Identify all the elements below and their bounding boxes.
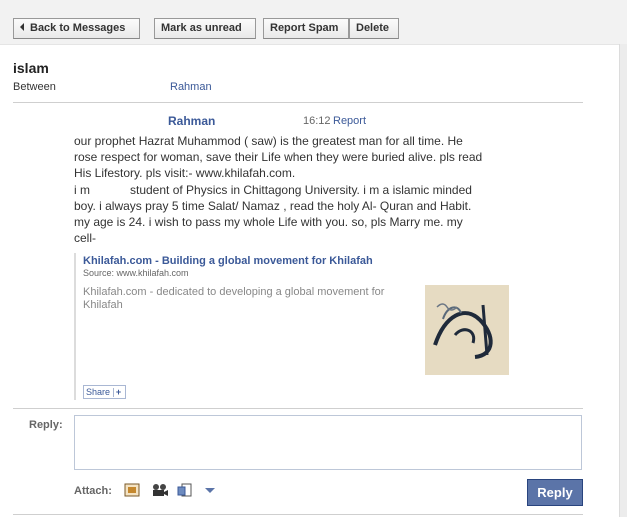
attach-label: Attach: [74, 485, 112, 497]
attachment-source: Source: www.khilafah.com [83, 268, 189, 278]
attachment-description: Khilafah.com - dedicated to developing a… [83, 286, 385, 311]
message-line: His Lifestory. pls visit:- www.khilafah.… [74, 166, 296, 181]
message-time: 16:12 [303, 115, 331, 127]
message-sender[interactable]: Rahman [168, 114, 215, 128]
message-line: rose respect for woman, save their Life … [74, 150, 483, 165]
message-line: our prophet Hazrat Muhammod ( saw) is th… [74, 134, 463, 148]
message-line: i m student of Physics in Chittagong Uni… [74, 182, 472, 197]
share-button[interactable]: Share + [83, 385, 127, 399]
reply-label: Reply: [29, 419, 63, 431]
message-body: our prophet Hazrat Muhammod ( saw) is th… [74, 133, 534, 246]
attachment-title-link[interactable]: Khilafah.com - Building a global movemen… [83, 255, 373, 267]
mark-as-unread-button[interactable]: Mark as unread [154, 18, 256, 39]
between-label: Between [13, 81, 56, 93]
report-spam-button[interactable]: Report Spam [263, 18, 349, 39]
scrollbar[interactable] [619, 44, 627, 517]
reply-textarea[interactable] [74, 415, 582, 470]
divider [13, 408, 583, 409]
delete-button[interactable]: Delete [349, 18, 399, 39]
reply-button[interactable]: Reply [527, 479, 583, 506]
calligraphy-image[interactable] [425, 285, 509, 375]
message-line: my age is 24. i wish to pass my whole Li… [74, 215, 463, 230]
link-icon[interactable] [177, 483, 193, 497]
divider [13, 514, 583, 515]
dropdown-arrow-icon[interactable] [204, 483, 220, 497]
message-line: boy. i always pray 5 time Salat/ Namaz ,… [74, 198, 472, 213]
photo-icon[interactable] [124, 483, 140, 497]
report-link[interactable]: Report [333, 115, 366, 127]
video-icon[interactable] [151, 483, 168, 497]
back-to-messages-button[interactable]: Back to Messages [13, 18, 140, 39]
divider [13, 102, 583, 103]
back-arrow-icon [20, 23, 24, 31]
thread-subject: islam [13, 60, 49, 76]
plus-icon: + [113, 388, 123, 397]
message-line: cell- [74, 231, 97, 246]
participant-link[interactable]: Rahman [170, 81, 212, 93]
